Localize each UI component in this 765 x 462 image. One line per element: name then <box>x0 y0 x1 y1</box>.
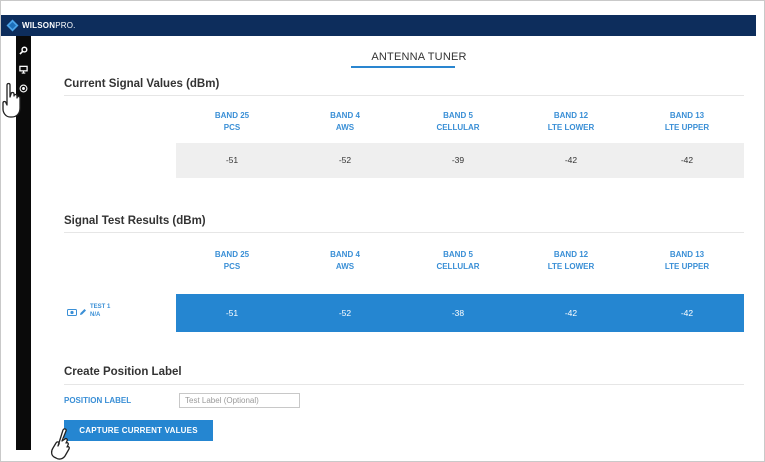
test-row-label: TEST 1 N/A <box>67 303 110 321</box>
divider <box>64 384 744 385</box>
current-value-band-12: -42 <box>564 155 578 165</box>
current-values-row: -51 -52 -39 -42 -42 <box>176 143 744 178</box>
band-header-4: BAND 4 AWS <box>330 250 360 271</box>
current-value-band-5: -39 <box>451 155 465 165</box>
pointer-hand-icon <box>50 428 70 460</box>
position-label-heading: Create Position Label <box>64 366 182 378</box>
top-bar: WILSONPRO. <box>1 15 756 36</box>
app-window: WILSONPRO. ANTENNA TUNER Current Signal … <box>0 0 765 462</box>
capture-current-values-button[interactable]: CAPTURE CURRENT VALUES <box>64 420 213 441</box>
test-results-heading: Signal Test Results (dBm) <box>64 215 206 227</box>
test-value-band-13: -42 <box>680 308 694 318</box>
band-header-25: BAND 25 PCS <box>214 111 250 132</box>
band-header-13: BAND 13 LTE UPPER <box>664 250 710 271</box>
wilsonpro-logo-icon <box>5 19 19 33</box>
band-header-13: BAND 13 LTE UPPER <box>664 111 710 132</box>
band-header-5: BAND 5 CELLULAR <box>436 111 480 132</box>
band-header-12: BAND 12 LTE LOWER <box>547 250 595 271</box>
position-label-caption: POSITION LABEL <box>64 396 132 405</box>
divider <box>64 95 744 96</box>
test-value-band-5: -38 <box>451 308 465 318</box>
test-value-band-25: -51 <box>225 308 239 318</box>
brand-name: WILSONPRO. <box>22 21 76 30</box>
test-values-row[interactable]: -51 -52 -38 -42 -42 <box>176 294 744 332</box>
divider <box>64 232 744 233</box>
camera-icon[interactable] <box>67 303 77 321</box>
current-value-band-25: -51 <box>225 155 239 165</box>
band-header-5: BAND 5 CELLULAR <box>436 250 480 271</box>
edit-icon[interactable] <box>79 303 87 321</box>
tab-antenna-tuner[interactable]: ANTENNA TUNER <box>357 51 481 63</box>
band-header-4: BAND 4 AWS <box>330 111 360 132</box>
test-value-band-4: -52 <box>338 308 352 318</box>
settings-icon[interactable] <box>18 45 29 56</box>
monitor-icon[interactable] <box>18 64 29 75</box>
test-value-band-12: -42 <box>564 308 578 318</box>
active-tab-indicator <box>351 66 455 68</box>
current-value-band-13: -42 <box>680 155 694 165</box>
band-header-25: BAND 25 PCS <box>214 250 250 271</box>
main-content: ANTENNA TUNER Current Signal Values (dBm… <box>31 36 756 450</box>
current-signal-heading: Current Signal Values (dBm) <box>64 78 220 90</box>
pointer-hand-icon <box>2 82 21 118</box>
test-row-name: TEST 1 N/A <box>90 304 111 318</box>
position-label-input[interactable] <box>179 393 300 408</box>
band-header-12: BAND 12 LTE LOWER <box>547 111 595 132</box>
current-value-band-4: -52 <box>338 155 352 165</box>
